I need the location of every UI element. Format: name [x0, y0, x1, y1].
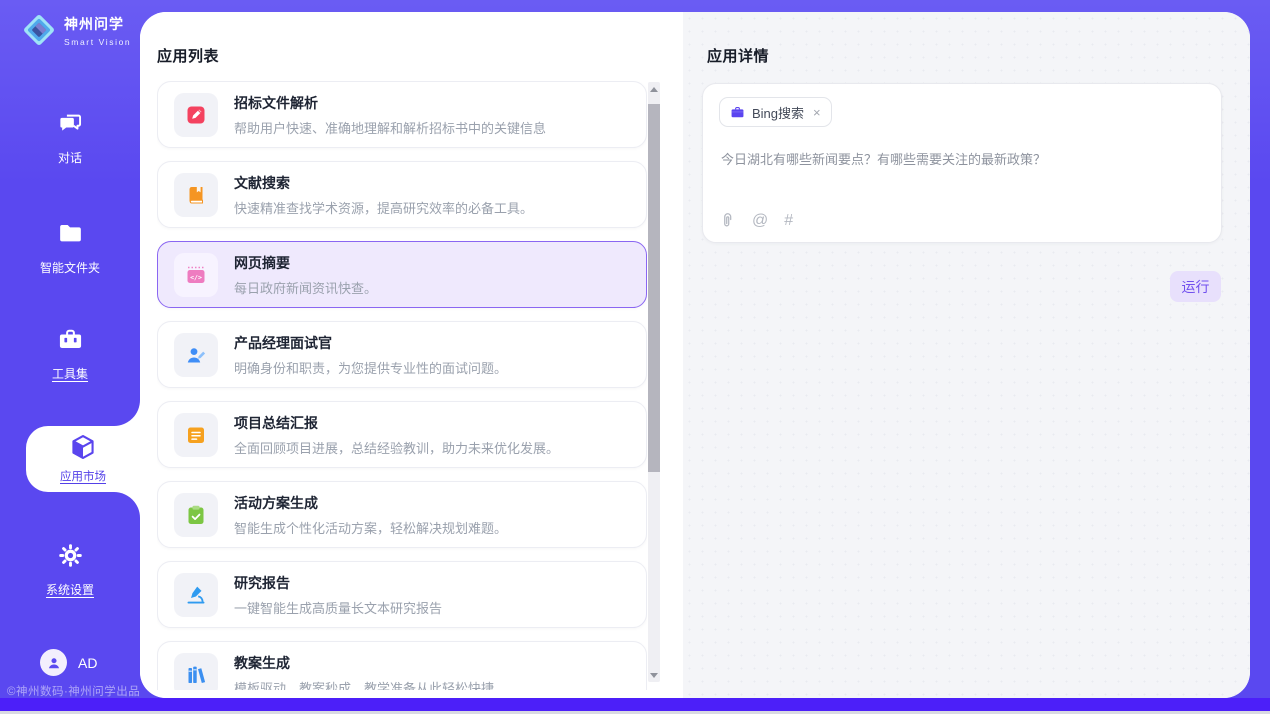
app-card-web-summary[interactable]: </> 网页摘要 每日政府新闻资讯快查。: [157, 241, 647, 308]
brand-subtitle: Smart Vision: [64, 37, 131, 47]
topic-icon[interactable]: #: [784, 213, 793, 229]
sidebar-item-label: 对话: [0, 149, 140, 166]
books-icon: [174, 653, 218, 691]
folder-icon: [57, 220, 84, 247]
gear-icon: [57, 542, 84, 569]
app-detail-pane: 应用详情 Bing搜索 × 今日湖北有哪些新闻要点？有哪些需要关注的最新政策？ …: [683, 12, 1250, 698]
app-desc: 模板驱动，教案秒成，教学准备从此轻松快捷: [234, 678, 494, 691]
svg-text:</>: </>: [190, 273, 202, 281]
scroll-down-arrow[interactable]: [648, 668, 660, 682]
app-list: 招标文件解析 帮助用户快速、准确地理解和解析招标书中的关键信息 文献搜索 快速精…: [157, 81, 647, 690]
sidebar-item-label: 应用市场: [26, 468, 140, 484]
app-card-bid-parse[interactable]: 招标文件解析 帮助用户快速、准确地理解和解析招标书中的关键信息: [157, 81, 647, 148]
user-account[interactable]: AD: [40, 649, 97, 676]
list-scrollbar[interactable]: [648, 82, 660, 682]
sidebar-item-label: 工具集: [0, 365, 140, 382]
app-name: 活动方案生成: [234, 493, 507, 513]
briefcase-icon: [730, 105, 745, 120]
main-panel: 应用列表 招标文件解析 帮助用户快速、准确地理解和解析招标书中的关键信息 文献搜…: [140, 12, 1250, 698]
app-desc: 全面回顾项目进展，总结经验教训，助力未来优化发展。: [234, 438, 559, 457]
interviewer-person-icon: [174, 333, 218, 377]
app-list-title: 应用列表: [157, 45, 219, 66]
app-name: 研究报告: [234, 573, 442, 593]
tool-tag-label: Bing搜索: [752, 103, 804, 122]
app-desc: 明确身份和职责，为您提供专业性的面试问题。: [234, 358, 507, 377]
app-list-pane: 应用列表 招标文件解析 帮助用户快速、准确地理解和解析招标书中的关键信息 文献搜…: [140, 12, 683, 698]
app-desc: 智能生成个性化活动方案，轻松解决规划难题。: [234, 518, 507, 537]
active-tab-top-fillet: [112, 398, 140, 426]
app-name: 文献搜索: [234, 173, 533, 193]
literature-book-icon: [174, 173, 218, 217]
sidebar-item-app-market-active[interactable]: 应用市场: [26, 426, 140, 492]
mention-icon[interactable]: @: [752, 213, 768, 229]
brand-name: 神州问学: [64, 14, 131, 34]
app-card-event-plan[interactable]: 活动方案生成 智能生成个性化活动方案，轻松解决规划难题。: [157, 481, 647, 548]
chat-icon: [57, 110, 84, 137]
tool-tag-bing-search[interactable]: Bing搜索 ×: [719, 97, 832, 127]
bottom-accent-bar: [0, 698, 1270, 711]
sidebar-item-label: 系统设置: [0, 581, 140, 598]
avatar: [40, 649, 67, 676]
prompt-text-input[interactable]: 今日湖北有哪些新闻要点？有哪些需要关注的最新政策？: [721, 150, 1205, 169]
app-detail-title: 应用详情: [707, 45, 769, 66]
sidebar: 神州问学 Smart Vision 对话 智能文件夹 工具集: [0, 0, 140, 714]
tag-close-icon[interactable]: ×: [811, 106, 821, 119]
composer-toolbar: @ #: [719, 212, 793, 229]
app-name: 产品经理面试官: [234, 333, 507, 353]
sidebar-item-toolset[interactable]: 工具集: [0, 326, 140, 382]
scrollbar-thumb[interactable]: [648, 104, 660, 472]
app-desc: 快速精准查找学术资源，提高研究效率的必备工具。: [234, 198, 533, 217]
scroll-up-arrow[interactable]: [648, 82, 660, 96]
paperclip-icon[interactable]: [719, 212, 736, 229]
clipboard-check-icon: [174, 493, 218, 537]
summary-note-icon: [174, 413, 218, 457]
diamond-logo-icon: [20, 11, 58, 49]
web-code-icon: </>: [174, 253, 218, 297]
sidebar-item-chat[interactable]: 对话: [0, 110, 140, 166]
research-icon: [174, 573, 218, 617]
app-card-research-report[interactable]: 研究报告 一键智能生成高质量长文本研究报告: [157, 561, 647, 628]
app-card-lesson-plan[interactable]: 教案生成 模板驱动，教案秒成，教学准备从此轻松快捷: [157, 641, 647, 690]
toolbox-icon: [57, 326, 84, 353]
sidebar-item-smart-folder[interactable]: 智能文件夹: [0, 220, 140, 276]
app-name: 招标文件解析: [234, 93, 546, 113]
active-tab-bottom-fillet: [112, 492, 140, 520]
app-desc: 一键智能生成高质量长文本研究报告: [234, 598, 442, 617]
app-desc: 每日政府新闻资讯快查。: [234, 278, 377, 297]
copyright-text: ©神州数码·神州问学出品: [7, 683, 140, 699]
prompt-input-card[interactable]: Bing搜索 × 今日湖北有哪些新闻要点？有哪些需要关注的最新政策？ @ #: [702, 83, 1222, 243]
person-icon: [46, 655, 62, 671]
brand-logo: 神州问学 Smart Vision: [20, 11, 131, 49]
app-name: 项目总结汇报: [234, 413, 559, 433]
app-card-pm-interviewer[interactable]: 产品经理面试官 明确身份和职责，为您提供专业性的面试问题。: [157, 321, 647, 388]
cube-icon: [69, 433, 97, 461]
app-desc: 帮助用户快速、准确地理解和解析招标书中的关键信息: [234, 118, 546, 137]
user-initials: AD: [78, 655, 97, 671]
app-name: 网页摘要: [234, 253, 377, 273]
app-name: 教案生成: [234, 653, 494, 673]
bid-document-edit-icon: [174, 93, 218, 137]
app-card-project-summary[interactable]: 项目总结汇报 全面回顾项目进展，总结经验教训，助力未来优化发展。: [157, 401, 647, 468]
app-card-literature-search[interactable]: 文献搜索 快速精准查找学术资源，提高研究效率的必备工具。: [157, 161, 647, 228]
sidebar-item-settings[interactable]: 系统设置: [0, 542, 140, 598]
run-button[interactable]: 运行: [1170, 271, 1221, 302]
sidebar-item-label: 智能文件夹: [0, 259, 140, 276]
